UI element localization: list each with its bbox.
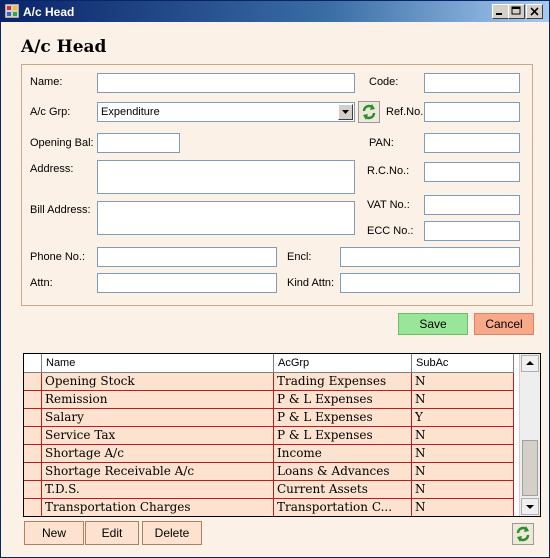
cell-name[interactable]: Salary [42,409,274,427]
cell-name[interactable]: Transportation Charges [42,499,274,516]
cell-subac[interactable]: N [412,445,514,463]
eccno-label: ECC No.: [367,225,414,237]
app-window: A/c Head A/c Head Name: Code: A/c Grp: E… [0,0,550,558]
close-button[interactable] [526,4,543,19]
row-selector[interactable] [24,391,42,409]
openingbal-field[interactable] [97,133,180,153]
acgrp-label: A/c Grp: [30,106,71,118]
refresh-icon [362,104,376,120]
cell-acgrp[interactable]: Trading Expenses [274,373,412,391]
cell-subac[interactable]: N [412,373,514,391]
table-row[interactable]: Shortage Receivable A/c Loans & Advances N [24,463,514,481]
cell-acgrp[interactable]: P & L Expenses [274,409,412,427]
rcno-label: R.C.No.: [367,165,410,177]
kindattn-field[interactable] [340,273,520,293]
grid-refresh-button[interactable] [512,523,534,545]
scroll-thumb[interactable] [522,440,538,496]
edit-button[interactable]: Edit [85,521,139,545]
code-field[interactable] [424,73,520,93]
row-selector[interactable] [24,481,42,499]
table-row[interactable]: Salary P & L Expenses Y [24,409,514,427]
phone-field[interactable] [97,247,277,267]
cell-subac[interactable]: N [412,499,514,516]
pan-field[interactable] [424,133,520,153]
cell-subac[interactable]: N [412,391,514,409]
table-row[interactable]: Transportation Charges Transportation C..… [24,499,514,516]
cell-name[interactable]: T.D.S. [42,481,274,499]
cell-acgrp[interactable]: Loans & Advances [274,463,412,481]
row-selector[interactable] [24,463,42,481]
grid-scrollbar[interactable] [519,354,540,516]
encl-label: Encl: [287,251,312,263]
cell-name[interactable]: Opening Stock [42,373,274,391]
acgrp-value: Expenditure [101,106,160,118]
cell-acgrp[interactable]: Current Assets [274,481,412,499]
app-icon [4,3,20,19]
eccno-field[interactable] [424,221,520,241]
address-label: Address: [30,163,74,175]
accounts-grid[interactable]: Name AcGrp SubAc Opening Stock Trading Ex… [23,353,541,517]
row-selector[interactable] [24,373,42,391]
table-row[interactable]: Opening Stock Trading Expenses N [24,373,514,391]
grid-header: Name AcGrp SubAc [24,354,514,373]
acgrp-refresh-button[interactable] [358,101,380,123]
save-button[interactable]: Save [398,313,468,335]
openingbal-label: Opening Bal: [30,137,94,149]
refresh-icon [516,526,530,542]
refno-label: Ref.No. [386,106,424,118]
new-button[interactable]: New [24,521,84,545]
cell-acgrp[interactable]: Income [274,445,412,463]
encl-field[interactable] [340,247,520,267]
row-selector[interactable] [24,445,42,463]
attn-field[interactable] [97,273,277,293]
title-bar[interactable]: A/c Head [1,1,549,22]
cell-subac[interactable]: N [412,463,514,481]
row-selector[interactable] [24,427,42,445]
billaddress-field[interactable] [97,201,355,235]
maximize-button[interactable] [508,4,525,19]
cell-name[interactable]: Service Tax [42,427,274,445]
name-field[interactable] [97,73,355,93]
phone-label: Phone No.: [30,251,86,263]
code-label: Code: [369,76,399,88]
cell-acgrp[interactable]: Transportation C... [274,499,412,516]
attn-label: Attn: [30,277,53,289]
cancel-button[interactable]: Cancel [474,313,534,335]
vatno-label: VAT No.: [367,199,410,211]
page-title: A/c Head [21,37,107,57]
address-field[interactable] [97,160,355,194]
chevron-down-icon[interactable] [338,104,353,120]
cell-name[interactable]: Shortage Receivable A/c [42,463,274,481]
table-row[interactable]: Service Tax P & L Expenses N [24,427,514,445]
table-row[interactable]: Remission P & L Expenses N [24,391,514,409]
scroll-up-button[interactable] [521,355,539,372]
row-selector[interactable] [24,409,42,427]
scroll-down-button[interactable] [521,498,539,515]
cell-subac[interactable]: Y [412,409,514,427]
cell-name[interactable]: Shortage A/c [42,445,274,463]
cell-acgrp[interactable]: P & L Expenses [274,391,412,409]
cell-subac[interactable]: N [412,481,514,499]
column-header-acgrp[interactable]: AcGrp [274,354,412,372]
delete-button[interactable]: Delete [142,521,202,545]
name-label: Name: [30,76,63,88]
column-header-subac[interactable]: SubAc [412,354,514,372]
acgrp-select[interactable]: Expenditure [97,102,355,122]
row-selector[interactable] [24,499,42,516]
column-header-name[interactable]: Name [42,354,274,372]
vatno-field[interactable] [424,195,520,215]
cell-subac[interactable]: N [412,427,514,445]
row-header-corner [24,354,42,372]
refno-field[interactable] [424,102,520,122]
window-title: A/c Head [23,5,75,19]
rcno-field[interactable] [424,162,520,182]
kindattn-label: Kind Attn: [287,277,335,289]
table-row[interactable]: T.D.S. Current Assets N [24,481,514,499]
pan-label: PAN: [369,137,394,149]
minimize-button[interactable] [492,4,509,19]
table-row[interactable]: Shortage A/c Income N [24,445,514,463]
billaddress-label: Bill Address: [30,204,91,216]
cell-acgrp[interactable]: P & L Expenses [274,427,412,445]
cell-name[interactable]: Remission [42,391,274,409]
